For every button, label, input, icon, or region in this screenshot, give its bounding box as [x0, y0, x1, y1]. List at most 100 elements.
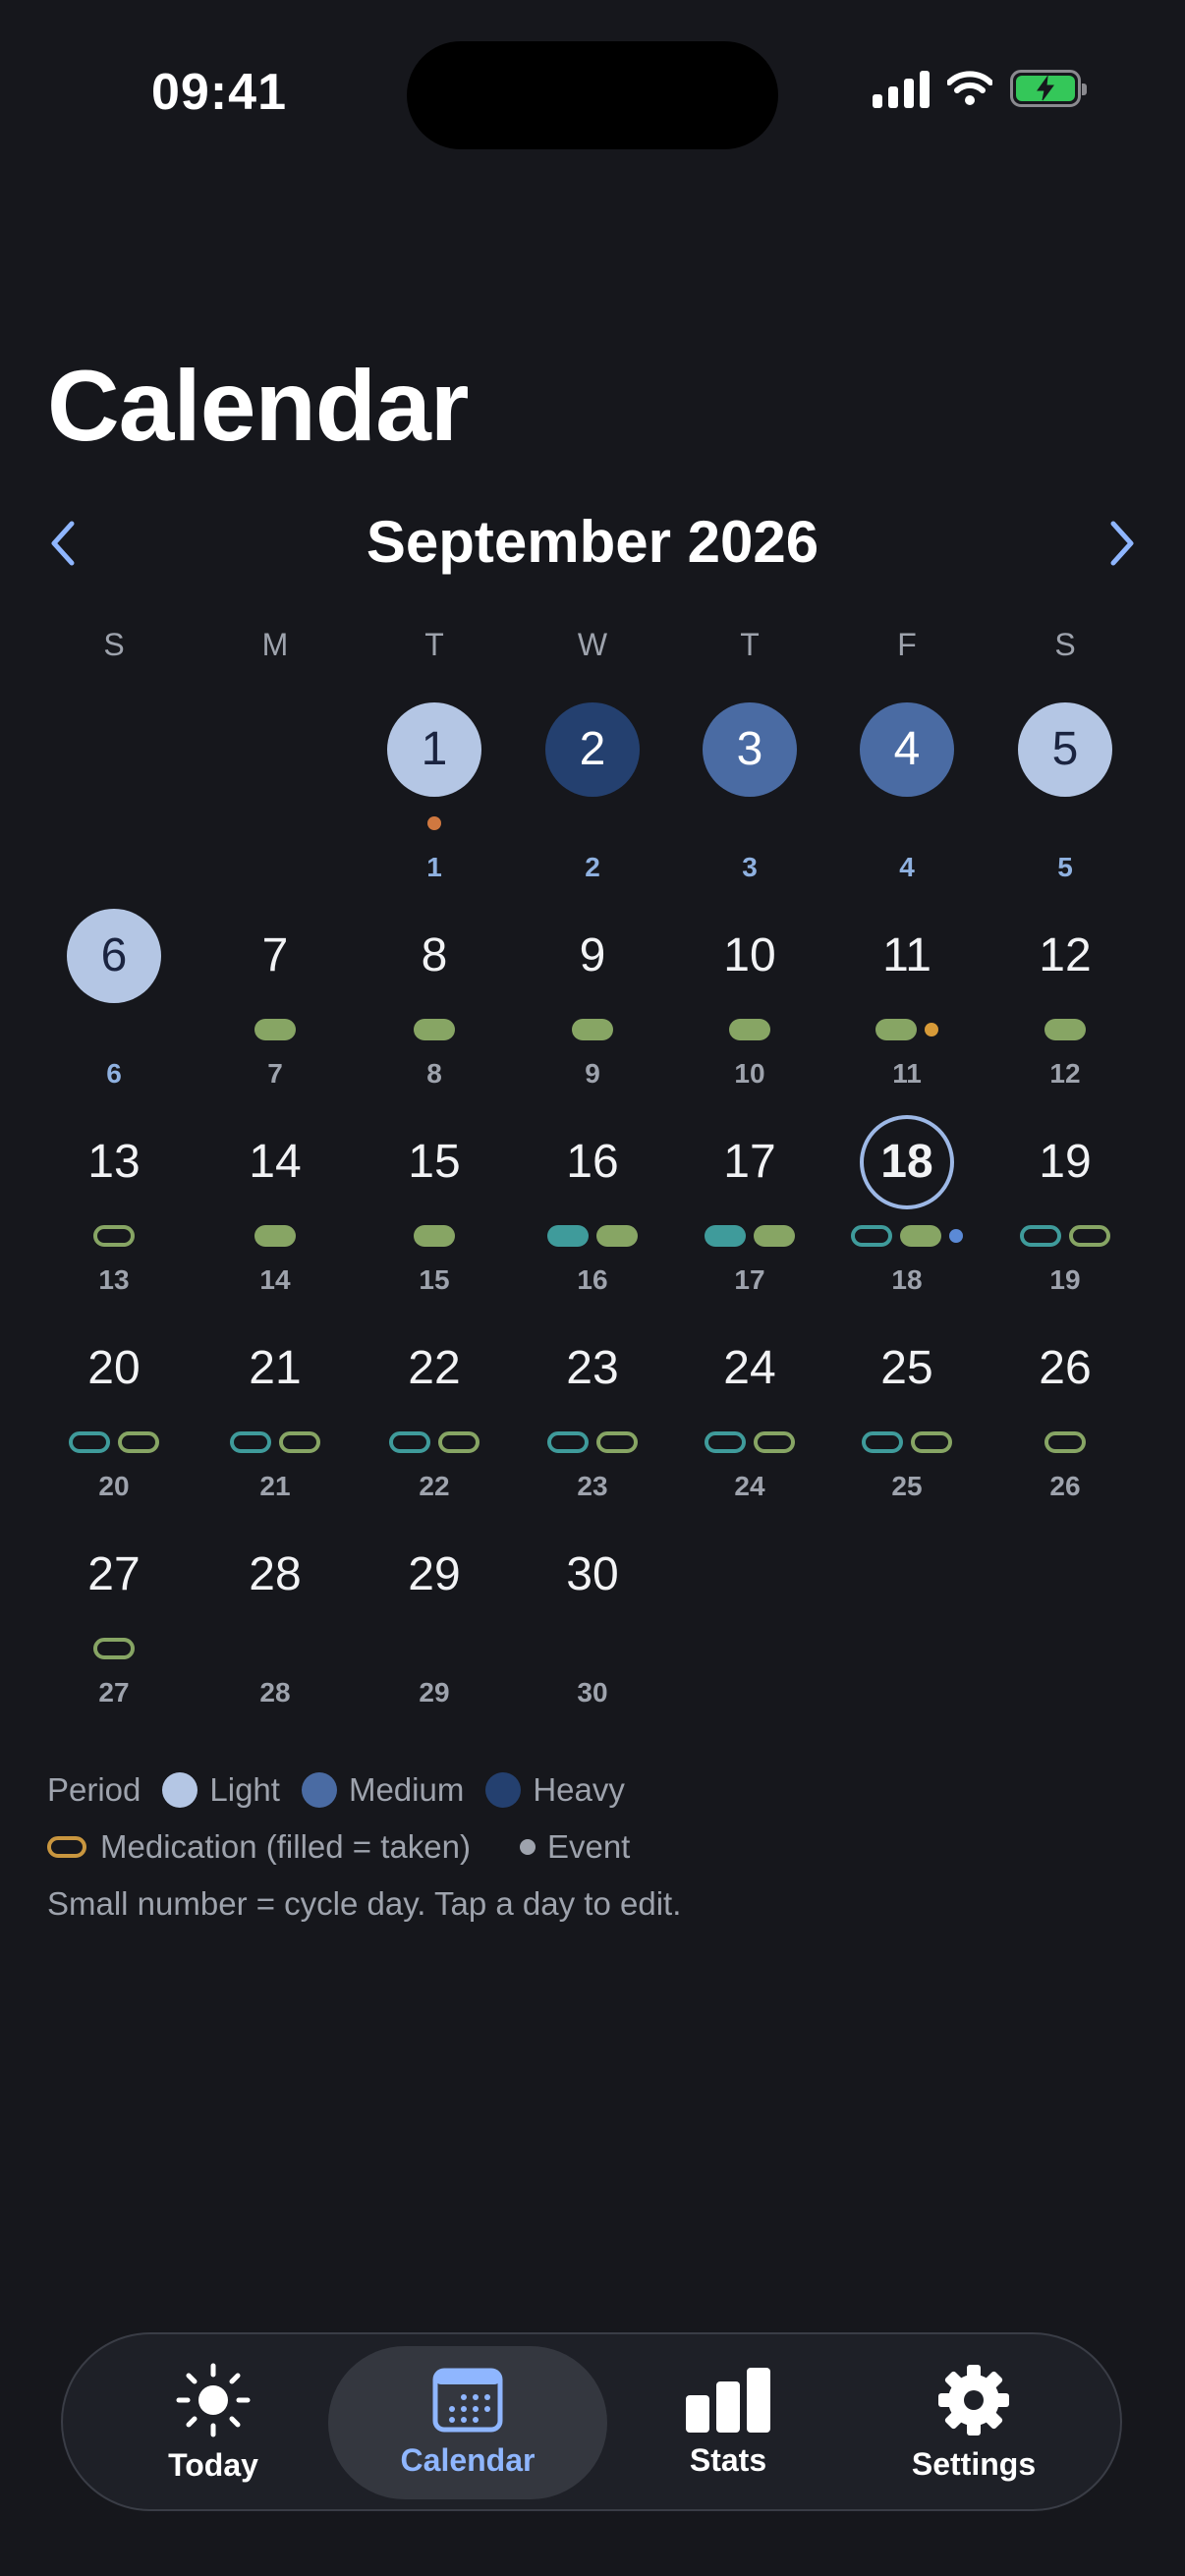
page-title: Calendar [47, 350, 469, 462]
weekday-label: T [740, 627, 760, 662]
cycle-day-number: 18 [891, 1264, 923, 1295]
day-number: 27 [87, 1548, 141, 1600]
cycle-day-number: 17 [734, 1264, 765, 1295]
day-number: 21 [249, 1342, 302, 1394]
cycle-day-number: 29 [419, 1677, 450, 1708]
medication-pill-outline [1069, 1225, 1110, 1247]
cycle-day-number: 8 [426, 1058, 442, 1089]
cycle-day-number: 15 [419, 1264, 450, 1295]
day-number: 19 [1039, 1136, 1092, 1188]
tab-today-label: Today [168, 2446, 258, 2483]
legend-heavy-swatch [485, 1772, 522, 1808]
legend-period-row: Period Light Medium Heavy [47, 1771, 625, 1809]
medication-pill-filled [414, 1225, 455, 1247]
medication-pill-filled [875, 1019, 917, 1040]
legend-event-label: Event [546, 1828, 631, 1865]
wifi-icon [947, 71, 992, 105]
legend-light-label: Light [209, 1771, 280, 1808]
cycle-day-number: 20 [98, 1471, 130, 1501]
tab-today[interactable]: Today [102, 2346, 324, 2499]
medication-pill-outline [1044, 1431, 1086, 1453]
medication-pill-outline [1020, 1225, 1061, 1247]
legend-medium-swatch [301, 1772, 337, 1808]
tab-settings-label: Settings [911, 2445, 1037, 2482]
tab-calendar[interactable]: Calendar [328, 2346, 607, 2499]
status-icons [873, 69, 1087, 108]
medication-pill-outline [389, 1431, 430, 1453]
medication-pill-filled [900, 1225, 941, 1247]
cycle-day-number: 7 [267, 1058, 283, 1089]
legend-period-label: Period [47, 1771, 141, 1808]
cycle-day-number: 16 [577, 1264, 608, 1295]
cycle-day-number: 26 [1049, 1471, 1081, 1501]
dynamic-island [407, 41, 778, 149]
cycle-day-number: 1 [426, 852, 442, 882]
medication-pill-filled [254, 1225, 296, 1247]
legend-medium-label: Medium [348, 1771, 465, 1808]
cycle-day-number: 3 [742, 852, 758, 882]
sun-icon [176, 2363, 251, 2436]
day-number: 8 [421, 929, 448, 981]
medication-pill-filled [754, 1225, 795, 1247]
medication-pill-filled [572, 1019, 613, 1040]
cycle-day-number: 22 [419, 1471, 450, 1501]
event-dot [427, 816, 441, 830]
medication-pill-outline [705, 1431, 746, 1453]
cycle-day-number: 25 [891, 1471, 923, 1501]
legend-medication-swatch [47, 1836, 86, 1858]
cycle-day-number: 9 [585, 1058, 600, 1089]
tab-stats[interactable]: Stats [617, 2346, 839, 2499]
legend-medication-row: Medication (filled = taken) Event [47, 1828, 630, 1866]
month-label: September 2026 [366, 509, 819, 575]
day-number: 14 [249, 1136, 302, 1188]
legend-medication-label: Medication (filled = taken) [100, 1828, 471, 1865]
gear-icon [938, 2364, 1009, 2436]
day-number: 2 [579, 723, 606, 775]
medication-pill-outline [279, 1431, 320, 1453]
cycle-day-number: 24 [734, 1471, 765, 1501]
weekday-label: T [424, 627, 444, 662]
day-number: 20 [87, 1342, 141, 1394]
medication-pill-filled [254, 1019, 296, 1040]
day-number: 1 [421, 723, 448, 775]
day-number: 30 [566, 1548, 619, 1600]
medication-pill-outline [596, 1431, 638, 1453]
medication-pill-outline [69, 1431, 110, 1453]
day-number: 29 [408, 1548, 461, 1600]
medication-pill-outline [911, 1431, 952, 1453]
medication-pill-filled [729, 1019, 770, 1040]
medication-pill-outline [547, 1431, 589, 1453]
day-number: 23 [566, 1342, 619, 1394]
cycle-day-number: 2 [585, 852, 600, 882]
day-number: 18 [880, 1136, 933, 1188]
day-number: 5 [1051, 723, 1079, 775]
next-month-button[interactable] [1093, 514, 1152, 573]
cycle-day-number: 21 [259, 1471, 291, 1501]
chevron-right-icon [1110, 521, 1134, 566]
day-number: 17 [723, 1136, 776, 1188]
legend-heavy-label: Heavy [533, 1771, 625, 1808]
cycle-day-number: 28 [259, 1677, 291, 1708]
day-number: 28 [249, 1548, 302, 1600]
weekday-label: F [897, 627, 917, 662]
weekday-label: S [103, 627, 125, 662]
medication-pill-outline [118, 1431, 159, 1453]
day-number: 12 [1039, 929, 1092, 981]
medication-pill-outline [754, 1431, 795, 1453]
cycle-day-number: 23 [577, 1471, 608, 1501]
cycle-day-number: 6 [106, 1058, 122, 1089]
tab-settings[interactable]: Settings [863, 2346, 1085, 2499]
day-number: 16 [566, 1136, 619, 1188]
cycle-day-number: 27 [98, 1677, 130, 1708]
medication-pill-outline [851, 1225, 892, 1247]
legend-hint: Small number = cycle day. Tap a day to e… [47, 1885, 682, 1922]
event-dot [949, 1229, 963, 1243]
medication-pill-filled [1044, 1019, 1086, 1040]
legend-light-swatch [162, 1772, 198, 1808]
tab-calendar-label: Calendar [400, 2441, 536, 2478]
day-number: 13 [87, 1136, 141, 1188]
medication-pill-outline [438, 1431, 480, 1453]
day-number: 11 [882, 929, 931, 981]
medication-pill-filled [414, 1019, 455, 1040]
cycle-day-number: 14 [259, 1264, 291, 1295]
